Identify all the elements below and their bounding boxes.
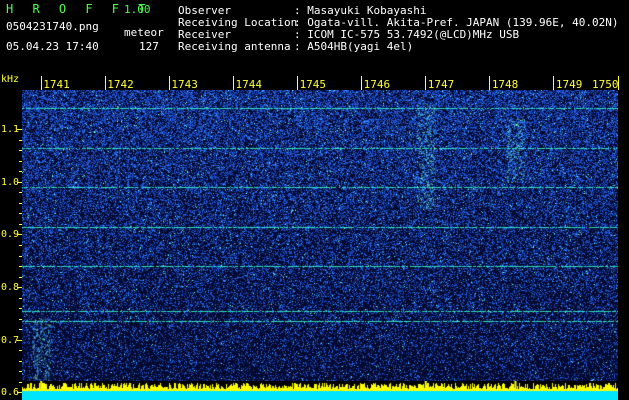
time-tick <box>553 76 555 90</box>
mode-label: meteor <box>124 26 164 39</box>
time-tick <box>168 76 170 90</box>
frequency-tick <box>17 287 22 289</box>
frequency-tick <box>17 339 22 341</box>
timestamp: 05.04.23 17:40 <box>6 40 99 53</box>
time-tick <box>425 76 427 90</box>
frequency-minor-tick <box>19 371 22 373</box>
frequency-minor-tick <box>19 255 22 257</box>
spectrogram-canvas <box>22 90 618 400</box>
file-name: 0504231740.png <box>6 20 99 33</box>
frequency-minor-tick <box>19 318 22 320</box>
antenna-label: Receiving antenna <box>178 40 291 53</box>
frequency-minor-tick <box>19 171 22 173</box>
app-version: 1.00 <box>124 3 151 16</box>
frequency-tick <box>17 234 22 236</box>
time-tick <box>40 76 42 90</box>
frequency-minor-tick <box>19 223 22 225</box>
frequency-minor-tick <box>19 360 22 362</box>
time-tick <box>104 76 106 90</box>
time-tick <box>489 76 491 90</box>
frequency-minor-tick <box>19 266 22 268</box>
frequency-minor-tick <box>19 160 22 162</box>
frequency-minor-tick <box>19 350 22 352</box>
frequency-minor-tick <box>19 308 22 310</box>
frequency-tick <box>17 129 22 131</box>
frequency-minor-tick <box>19 202 22 204</box>
hrofft-window: H R O F F T 1.00 0504231740.png meteor 0… <box>0 0 629 400</box>
time-axis: 1741 1742 1743 1744 1745 1746 1747 1748 1749 1750 <box>22 76 619 91</box>
frequency-minor-tick <box>19 276 22 278</box>
frequency-unit-label: kHz <box>1 74 20 85</box>
amplitude-canvas <box>22 381 618 400</box>
antenna-value: : A504HB(yagi 4el) <box>294 40 414 53</box>
time-tick <box>232 76 234 90</box>
frequency-minor-tick <box>19 329 22 331</box>
time-tick <box>297 76 299 90</box>
frequency-tick <box>17 181 22 183</box>
frequency-minor-tick <box>19 245 22 246</box>
frequency-minor-tick <box>19 381 22 383</box>
frequency-minor-tick <box>19 150 22 152</box>
frequency-minor-tick <box>19 139 22 141</box>
time-tick <box>361 76 363 90</box>
frequency-minor-tick <box>19 297 22 299</box>
frequency-tick <box>17 392 22 394</box>
frequency-minor-tick <box>19 213 22 215</box>
frequency-minor-tick <box>19 192 22 194</box>
spectrogram <box>22 90 618 400</box>
count-value: 127 <box>139 40 159 53</box>
amplitude-strip <box>22 381 618 400</box>
